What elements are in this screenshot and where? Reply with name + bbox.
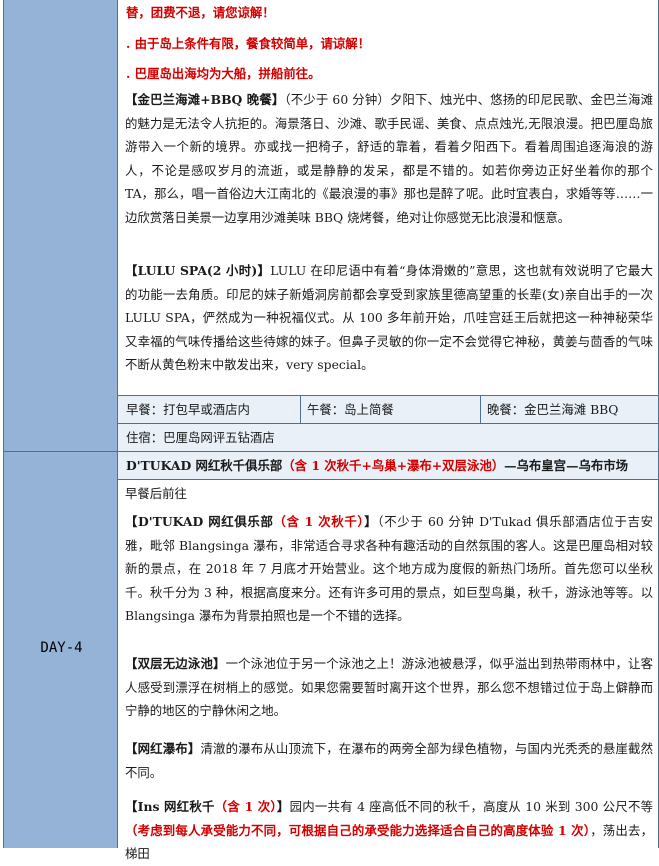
accommodation-text: 住宿：巴厘岛网评五钻酒店 [126, 430, 275, 445]
note-text: . 巴厘岛出海均为大船，拼船前往。 [126, 66, 321, 81]
day-header-part: D'TUKAD 网红秋千俱乐部 [126, 458, 283, 473]
table-rule [300, 396, 301, 423]
activity-text: （不少于 60 分钟 D'Tukad 俱乐部酒店位于吉安雅，毗邻 Blangsi… [125, 514, 653, 623]
meal-breakfast: 早餐：打包早或酒店内 [126, 402, 250, 417]
content-column: 替，团费不退，请您谅解！ . 由于岛上条件有限，餐食较简单，请谅解！ . 巴厘岛… [118, 0, 659, 861]
activity-title-highlight: （含 1 次秋千） [273, 514, 365, 529]
day-divider [4, 451, 119, 452]
activity-paragraph-jimbaran: 【金巴兰海滩+BBQ 晚餐】（不少于 60 分钟）夕阳下、烛光中、悠扬的印尼民歌… [125, 88, 653, 229]
day-column: DAY-4 [3, 0, 119, 848]
activity-paragraph-ins-swing: 【Ins 网红秋千（含 1 次）】园内一共有 4 座高低不同的秋千，高度从 10… [125, 795, 653, 866]
activity-paragraph-waterfall: 【网红瀑布】清澈的瀑布从山顶流下，在瀑布的两旁全部为绿色植物，与国内光秃秃的悬崖… [125, 737, 653, 784]
activity-title: 】 [276, 799, 290, 814]
activity-paragraph-dtukad: 【D'TUKAD 网红俱乐部（含 1 次秋千）】（不少于 60 分钟 D'Tuk… [125, 510, 653, 628]
meal-dinner: 晚餐：金巴兰海滩 BBQ [487, 402, 619, 417]
activity-text: LULU 在印尼语中有着“身体滑嫩的”意思，这也就有效说明了它最大的功能一去角质… [125, 263, 653, 372]
table-rule [480, 396, 481, 423]
itinerary-page: DAY-4 替，团费不退，请您谅解！ . 由于岛上条件有限，餐食较简单，请谅解！… [0, 0, 659, 861]
activity-paragraph-lulu-spa: 【LULU SPA(2 小时)】LULU 在印尼语中有着“身体滑嫩的”意思，这也… [125, 259, 653, 377]
activity-title-highlight: （含 1 次） [214, 799, 277, 814]
day-header-part: —乌布皇宫—乌布市场 [504, 458, 629, 473]
note-line: . 巴厘岛出海均为大船，拼船前往。 [126, 64, 321, 84]
note-text: 替，团费不退，请您谅解！ [126, 5, 275, 20]
intro-text: 早餐后前往 [125, 486, 187, 501]
activity-title: 【LULU SPA(2 小时)】 [125, 263, 271, 278]
activity-title: 【Ins 网红秋千 [125, 799, 215, 814]
activity-text: （不少于 60 分钟）夕阳下、烛光中、悠扬的印尼民歌、金巴兰海滩的魅力是无法令人… [125, 92, 653, 225]
table-rule [118, 479, 659, 480]
activity-title: 】 [364, 514, 378, 529]
meal-lunch: 午餐：岛上简餐 [307, 402, 394, 417]
day-label: DAY-4 [40, 640, 83, 656]
activity-title: 【双层无边泳池】 [125, 656, 226, 671]
note-line: . 由于岛上条件有限，餐食较简单，请谅解！ [126, 34, 370, 54]
activity-title: 【D'TUKAD 网红俱乐部 [125, 514, 274, 529]
day-header: D'TUKAD 网红秋千俱乐部（含 1 次秋千+鸟巢+瀑布+双层泳池）—乌布皇宫… [126, 456, 628, 476]
activity-title: 【金巴兰海滩+BBQ 晚餐】 [125, 92, 285, 107]
note-line: 替，团费不退，请您谅解！ [126, 3, 275, 23]
activity-title: 【网红瀑布】 [125, 741, 201, 756]
activity-text: 园内一共有 4 座高低不同的秋千，高度从 10 米到 300 公尺不等 [289, 799, 654, 814]
activity-warning: （考虑到每人承受能力不同，可根据自己的承受能力选择适合自己的高度体验 1 次） [125, 822, 591, 838]
activity-text: 清澈的瀑布从山顶流下，在瀑布的两旁全部为绿色植物，与国内光秃秃的悬崖截然不同。 [125, 741, 654, 780]
activity-paragraph-infinity-pool: 【双层无边泳池】一个泳池位于另一个泳池之上！游泳池被悬浮，似乎溢出到热带雨林中，… [125, 652, 653, 723]
note-text: . 由于岛上条件有限，餐食较简单，请谅解！ [126, 36, 371, 51]
day-header-part: （含 1 次秋千+鸟巢+瀑布+双层泳池） [282, 458, 505, 473]
